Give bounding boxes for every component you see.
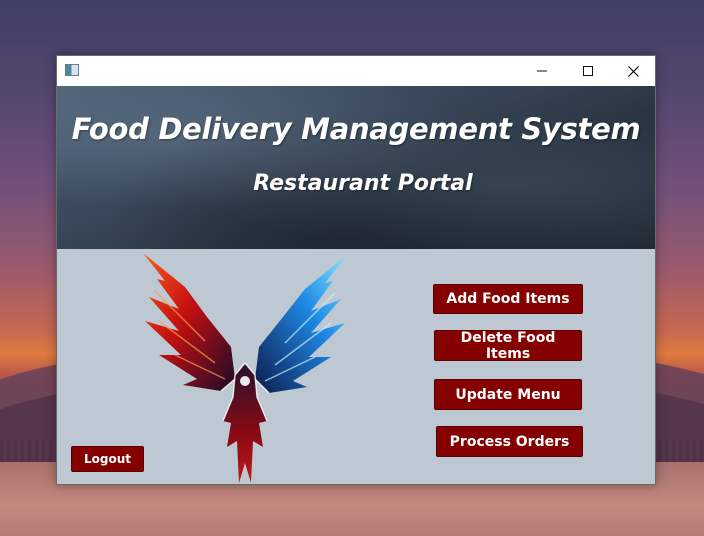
logout-button[interactable]: Logout: [71, 446, 144, 472]
page-subtitle: Restaurant Portal: [253, 171, 473, 196]
window-app-icon[interactable]: [65, 64, 79, 76]
add-food-items-button[interactable]: Add Food Items: [433, 284, 583, 314]
app-window: Food Delivery Management System Restaura…: [56, 55, 656, 485]
close-icon: [627, 65, 639, 77]
maximize-icon: [583, 66, 593, 76]
delete-food-items-button[interactable]: Delete Food Items: [434, 330, 582, 362]
process-orders-button[interactable]: Process Orders: [436, 426, 583, 457]
minimize-button[interactable]: [519, 56, 565, 86]
header-banner: Food Delivery Management System Restaura…: [57, 86, 655, 249]
window-titlebar[interactable]: [57, 56, 655, 86]
minimize-icon: [537, 70, 547, 72]
page-title: Food Delivery Management System: [71, 112, 641, 146]
update-menu-button[interactable]: Update Menu: [434, 379, 582, 410]
close-button[interactable]: [610, 56, 655, 86]
phoenix-logo: [143, 253, 347, 483]
maximize-button[interactable]: [565, 56, 611, 86]
